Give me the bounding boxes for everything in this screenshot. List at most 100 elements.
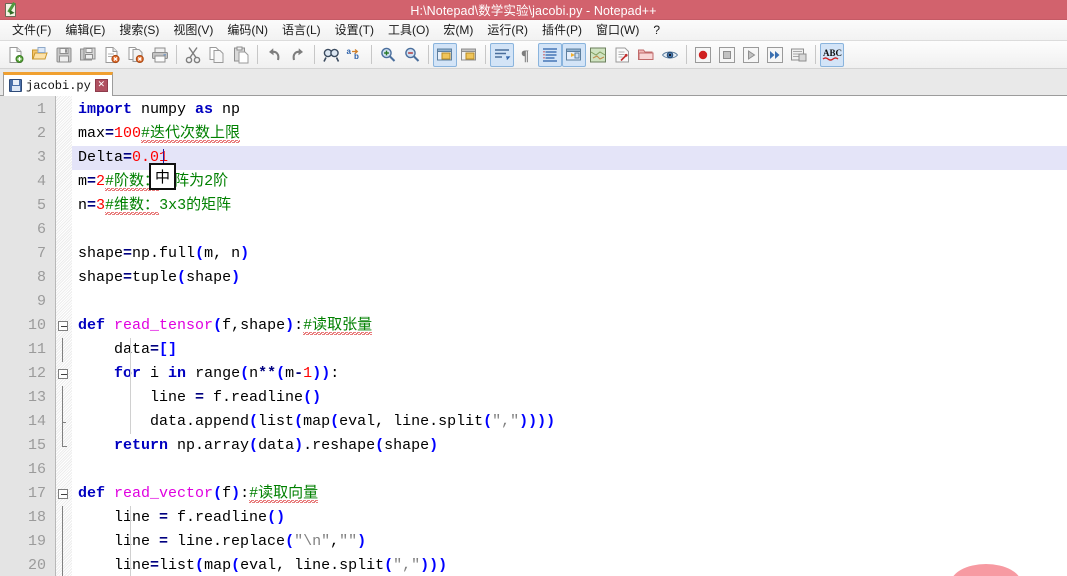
code-line-16[interactable] xyxy=(72,458,1067,482)
toolbar-separator xyxy=(371,45,372,64)
code-line-10[interactable]: def read_tensor(f,shape):#读取张量 xyxy=(72,314,1067,338)
line-number: 9 xyxy=(36,293,46,310)
menu-view[interactable]: 视图(V) xyxy=(166,21,220,40)
save-icon[interactable] xyxy=(52,43,76,67)
code-line-17[interactable]: def read_vector(f):#读取向量 xyxy=(72,482,1067,506)
close-all-icon[interactable] xyxy=(124,43,148,67)
close-file-icon[interactable] xyxy=(100,43,124,67)
code-line-2[interactable]: max=100#迭代次数上限 xyxy=(72,122,1067,146)
code-line-1[interactable]: import numpy as np xyxy=(72,98,1067,122)
fold-cell xyxy=(56,386,72,410)
line-number: 5 xyxy=(36,197,46,214)
fold-cell xyxy=(56,530,72,554)
menu-run[interactable]: 运行(R) xyxy=(480,21,535,40)
line-number: 10 xyxy=(27,317,46,334)
fold-cell xyxy=(56,410,72,434)
fold-cell xyxy=(56,338,72,362)
fold-cell-line17[interactable] xyxy=(56,482,72,506)
menu-settings[interactable]: 设置(T) xyxy=(328,21,381,40)
code-editor[interactable]: 1 2 3 4 5 6 7 8 9 10 11 12 13 14 15 16 1… xyxy=(0,96,1067,576)
function-list-icon[interactable] xyxy=(610,43,634,67)
fold-cell xyxy=(56,218,72,242)
print-icon[interactable] xyxy=(148,43,172,67)
indent-guide xyxy=(130,506,131,576)
play-macro-icon[interactable] xyxy=(739,43,763,67)
toolbar-separator xyxy=(815,45,816,64)
folder-workspace-icon[interactable] xyxy=(634,43,658,67)
menu-edit[interactable]: 编辑(E) xyxy=(58,21,112,40)
zoom-in-icon[interactable] xyxy=(376,43,400,67)
line-number: 15 xyxy=(27,437,46,454)
line-number: 12 xyxy=(27,365,46,382)
fold-toggle-icon[interactable] xyxy=(58,369,68,379)
fold-cell xyxy=(56,146,72,170)
fold-cell-line12[interactable] xyxy=(56,362,72,386)
save-macro-icon[interactable] xyxy=(787,43,811,67)
monitoring-icon[interactable] xyxy=(658,43,682,67)
code-line-6[interactable] xyxy=(72,218,1067,242)
menu-macro[interactable]: 宏(M) xyxy=(436,21,480,40)
save-all-icon[interactable] xyxy=(76,43,100,67)
code-line-18[interactable]: line = f.readline() xyxy=(72,506,1067,530)
fold-margin[interactable] xyxy=(56,96,72,576)
spell-check-icon[interactable]: ABC xyxy=(820,42,844,67)
fold-cell xyxy=(56,554,72,576)
menu-window[interactable]: 窗口(W) xyxy=(589,21,646,40)
svg-text:a: a xyxy=(347,47,352,56)
tab-jacobi-py[interactable]: jacobi.py ✕ xyxy=(3,72,113,96)
code-line-15[interactable]: return np.array(data).reshape(shape) xyxy=(72,434,1067,458)
ime-chinese-indicator[interactable]: 中 xyxy=(149,163,176,190)
menu-plugins[interactable]: 插件(P) xyxy=(535,21,589,40)
code-text-area[interactable]: import numpy as np max=100#迭代次数上限 Delta=… xyxy=(72,96,1067,576)
fold-cell-line10[interactable] xyxy=(56,314,72,338)
replace-icon[interactable]: a b xyxy=(343,43,367,67)
sync-vertical-icon[interactable] xyxy=(433,42,457,67)
fold-cell xyxy=(56,434,72,458)
menu-help[interactable]: ? xyxy=(646,21,667,40)
new-file-icon[interactable] xyxy=(4,43,28,67)
menu-encoding[interactable]: 编码(N) xyxy=(220,21,275,40)
menu-file[interactable]: 文件(F) xyxy=(5,21,58,40)
show-whitespace-icon[interactable]: ¶ xyxy=(514,43,538,67)
fold-cell xyxy=(56,458,72,482)
record-macro-icon[interactable] xyxy=(691,43,715,67)
close-icon[interactable]: ✕ xyxy=(94,79,108,92)
menu-tools[interactable]: 工具(O) xyxy=(381,21,436,40)
open-file-icon[interactable] xyxy=(28,43,52,67)
cut-icon[interactable] xyxy=(181,43,205,67)
zoom-out-icon[interactable] xyxy=(400,43,424,67)
redo-icon[interactable] xyxy=(286,43,310,67)
code-line-14[interactable]: data.append(list(map(eval, line.split(",… xyxy=(72,410,1067,434)
sync-horizontal-icon[interactable] xyxy=(457,43,481,67)
code-line-20[interactable]: line=list(map(eval, line.split(","))) xyxy=(72,554,1067,576)
menu-language[interactable]: 语言(L) xyxy=(275,21,328,40)
user-define-dialog-icon[interactable] xyxy=(562,42,586,67)
title-bar: H:\Notepad\数学实验\jacobi.py - Notepad++ xyxy=(0,0,1067,20)
line-number: 19 xyxy=(27,533,46,550)
code-line-12[interactable]: for i in range(n**(m-1)): xyxy=(72,362,1067,386)
fold-toggle-icon[interactable] xyxy=(58,489,68,499)
menu-search[interactable]: 搜索(S) xyxy=(112,21,166,40)
show-indent-guide-icon[interactable] xyxy=(538,42,562,67)
code-line-3[interactable]: Delta=0.01 xyxy=(72,146,1067,170)
word-wrap-icon[interactable] xyxy=(490,42,514,67)
fold-toggle-icon[interactable] xyxy=(58,321,68,331)
paste-icon[interactable] xyxy=(229,43,253,67)
code-line-8[interactable]: shape=tuple(shape) xyxy=(72,266,1067,290)
svg-text:ABC: ABC xyxy=(823,48,842,58)
run-macro-multiple-icon[interactable] xyxy=(763,43,787,67)
undo-icon[interactable] xyxy=(262,43,286,67)
code-line-19[interactable]: line = line.replace("\n","") xyxy=(72,530,1067,554)
code-line-13[interactable]: line = f.readline() xyxy=(72,386,1067,410)
code-line-4[interactable]: m=2#阶数：矩阵为2阶 xyxy=(72,170,1067,194)
code-line-7[interactable]: shape=np.full(m, n) xyxy=(72,242,1067,266)
copy-icon[interactable] xyxy=(205,43,229,67)
code-line-11[interactable]: data=[] xyxy=(72,338,1067,362)
line-number: 8 xyxy=(36,269,46,286)
doc-map-icon[interactable] xyxy=(586,43,610,67)
code-line-9[interactable] xyxy=(72,290,1067,314)
find-icon[interactable] xyxy=(319,43,343,67)
stop-macro-icon[interactable] xyxy=(715,43,739,67)
fold-cell xyxy=(56,194,72,218)
code-line-5[interactable]: n=3#维数：3x3的矩阵 xyxy=(72,194,1067,218)
